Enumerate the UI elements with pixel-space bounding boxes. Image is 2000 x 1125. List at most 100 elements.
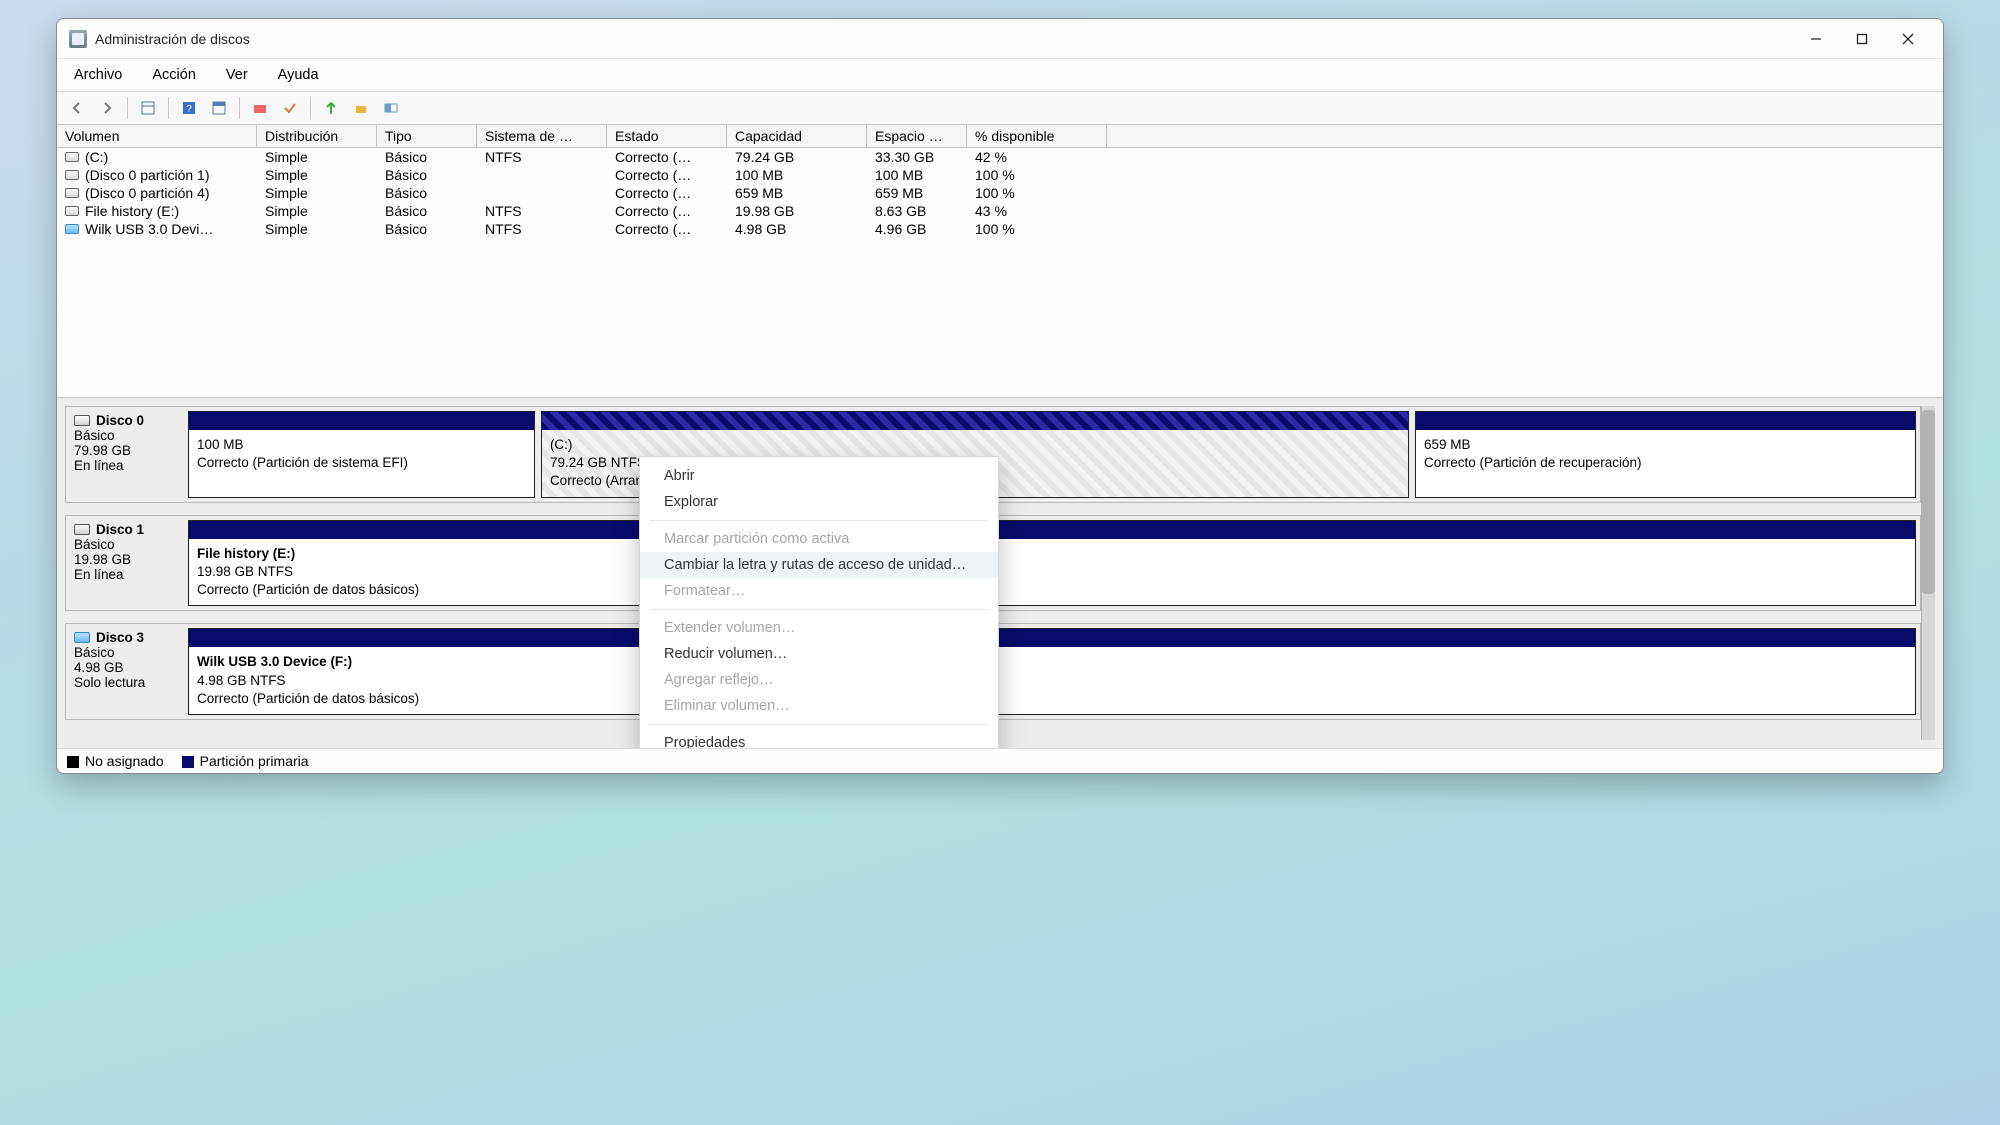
volume-status: Correcto (…	[607, 220, 727, 238]
volume-layout: Simple	[257, 148, 377, 166]
volume-type: Básico	[377, 148, 477, 166]
volume-capacity: 659 MB	[727, 184, 867, 202]
volume-fs: NTFS	[477, 202, 607, 220]
context-menu-item: Eliminar volumen…	[640, 693, 998, 719]
volume-name: (Disco 0 partición 4)	[85, 185, 210, 201]
disk-name: Disco 1	[96, 522, 144, 537]
partition-size-line: 659 MB	[1424, 436, 1907, 454]
col-layout[interactable]: Distribución	[257, 125, 377, 147]
volume-status: Correcto (…	[607, 202, 727, 220]
disk-icon	[74, 632, 90, 643]
partition-color-bar	[189, 412, 534, 430]
volume-free: 33.30 GB	[867, 148, 967, 166]
context-menu-separator	[650, 609, 988, 610]
context-menu-item: Marcar partición como activa	[640, 526, 998, 552]
partition-strip: Wilk USB 3.0 Device (F:)4.98 GB NTFSCorr…	[188, 628, 1916, 715]
partition-color-bar	[1416, 412, 1915, 430]
action-2-button[interactable]	[278, 96, 302, 120]
context-menu-separator	[650, 724, 988, 725]
nav-back-button[interactable]	[65, 96, 89, 120]
volume-pct: 100 %	[967, 184, 1107, 202]
volume-capacity: 4.98 GB	[727, 220, 867, 238]
partition-size-line: 4.98 GB NTFS	[197, 672, 1907, 690]
menu-ver[interactable]: Ver	[220, 63, 254, 87]
close-button[interactable]	[1885, 19, 1931, 59]
volume-status: Correcto (…	[607, 166, 727, 184]
volume-row[interactable]: (Disco 0 partición 4)SimpleBásicoCorrect…	[57, 184, 1943, 202]
volume-pct: 100 %	[967, 220, 1107, 238]
context-menu-item[interactable]: Abrir	[640, 463, 998, 489]
help-button[interactable]: ?	[177, 96, 201, 120]
vertical-scrollbar[interactable]	[1921, 406, 1935, 740]
volume-status: Correcto (…	[607, 148, 727, 166]
partition-label: (C:)	[550, 436, 1400, 454]
disk-meta: Disco 3Básico4.98 GBSolo lectura	[70, 628, 182, 715]
volume-list-header: Volumen Distribución Tipo Sistema de … E…	[57, 125, 1943, 148]
disk-meta: Disco 1Básico19.98 GBEn línea	[70, 520, 182, 607]
maximize-button[interactable]	[1839, 19, 1885, 59]
col-status[interactable]: Estado	[607, 125, 727, 147]
volume-fs	[477, 192, 607, 194]
action-1-button[interactable]	[248, 96, 272, 120]
partition-label: Wilk USB 3.0 Device (F:)	[197, 653, 1907, 671]
col-percent[interactable]: % disponible	[967, 125, 1107, 147]
context-menu-item[interactable]: Reducir volumen…	[640, 641, 998, 667]
disk-size: 4.98 GB	[74, 660, 178, 675]
menu-ayuda[interactable]: Ayuda	[272, 63, 325, 87]
partition-strip: 100 MBCorrecto (Partición de sistema EFI…	[188, 411, 1916, 498]
nav-forward-button[interactable]	[95, 96, 119, 120]
action-5-button[interactable]	[379, 96, 403, 120]
volume-status: Correcto (…	[607, 184, 727, 202]
volume-row[interactable]: Wilk USB 3.0 Devi… SimpleBásicoNTFSCorrec…	[57, 220, 1943, 238]
col-volume[interactable]: Volumen	[57, 125, 257, 147]
partition[interactable]: 659 MBCorrecto (Partición de recuperació…	[1415, 411, 1916, 498]
partition[interactable]: 100 MBCorrecto (Partición de sistema EFI…	[188, 411, 535, 498]
context-menu-item[interactable]: Cambiar la letra y rutas de acceso de un…	[640, 552, 998, 578]
partition-size-line: 100 MB	[197, 436, 526, 454]
partition[interactable]: Wilk USB 3.0 Device (F:)4.98 GB NTFSCorr…	[188, 628, 1916, 715]
disk-state: En línea	[74, 567, 178, 582]
volume-fs	[477, 174, 607, 176]
action-3-button[interactable]	[319, 96, 343, 120]
volume-list[interactable]: (C:)SimpleBásicoNTFSCorrecto (…79.24 GB3…	[57, 148, 1943, 398]
col-free[interactable]: Espacio …	[867, 125, 967, 147]
volume-type: Básico	[377, 220, 477, 238]
refresh-button[interactable]	[207, 96, 231, 120]
partition-status: Correcto (Partición de datos básicos)	[197, 581, 1907, 599]
volume-layout: Simple	[257, 184, 377, 202]
disk-meta: Disco 0Básico79.98 GBEn línea	[70, 411, 182, 498]
menu-archivo[interactable]: Archivo	[68, 63, 128, 87]
volume-layout: Simple	[257, 220, 377, 238]
volume-row[interactable]: File history (E:)SimpleBásicoNTFSCorrect…	[57, 202, 1943, 220]
disk-state: Solo lectura	[74, 675, 178, 690]
disk-state: En línea	[74, 458, 178, 473]
volume-layout: Simple	[257, 166, 377, 184]
volume-row[interactable]: (Disco 0 partición 1)SimpleBásicoCorrect…	[57, 166, 1943, 184]
volume-pct: 100 %	[967, 166, 1107, 184]
partition-color-bar	[189, 521, 1915, 539]
action-4-button[interactable]	[349, 96, 373, 120]
disk-management-window: Administración de discos Archivo Acción …	[56, 18, 1944, 774]
minimize-button[interactable]	[1793, 19, 1839, 59]
disk-size: 19.98 GB	[74, 552, 178, 567]
show-tree-button[interactable]	[136, 96, 160, 120]
legend-unallocated: No asignado	[67, 753, 164, 769]
menu-accion[interactable]: Acción	[146, 63, 202, 87]
col-filesystem[interactable]: Sistema de …	[477, 125, 607, 147]
disk-graphical-area: Disco 0Básico79.98 GBEn línea100 MBCorre…	[57, 398, 1943, 748]
volume-row[interactable]: (C:)SimpleBásicoNTFSCorrecto (…79.24 GB3…	[57, 148, 1943, 166]
legend: No asignado Partición primaria	[57, 748, 1943, 773]
volume-fs: NTFS	[477, 220, 607, 238]
disk-icon	[74, 524, 90, 535]
volume-pct: 42 %	[967, 148, 1107, 166]
volume-capacity: 79.24 GB	[727, 148, 867, 166]
volume-name: Wilk USB 3.0 Devi…	[85, 221, 213, 237]
context-menu-item[interactable]: Explorar	[640, 489, 998, 515]
col-type[interactable]: Tipo	[377, 125, 477, 147]
partition[interactable]: File history (E:)19.98 GB NTFSCorrecto (…	[188, 520, 1916, 607]
col-capacity[interactable]: Capacidad	[727, 125, 867, 147]
disk-icon	[74, 415, 90, 426]
context-menu-item: Extender volumen…	[640, 615, 998, 641]
context-menu-item[interactable]: Propiedades	[640, 730, 998, 748]
partition-status: Correcto (Partición de recuperación)	[1424, 454, 1907, 472]
